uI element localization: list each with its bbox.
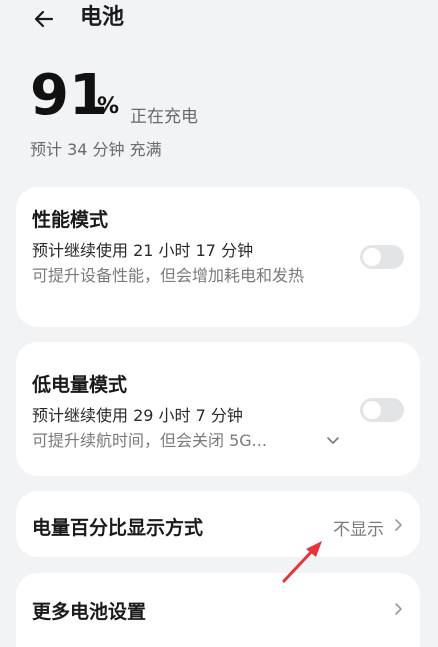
low-power-mode-title: 低电量模式 <box>32 374 128 396</box>
low-power-mode-description: 可提升续航时间，但会关闭 5G... <box>32 431 267 450</box>
low-power-mode-estimate: 预计继续使用 29 小时 7 分钟 <box>32 406 243 425</box>
more-battery-settings-row[interactable]: 更多电池设置 <box>16 573 420 647</box>
back-arrow-icon <box>34 10 54 28</box>
percent-display-label: 电量百分比显示方式 <box>32 517 204 539</box>
chevron-right-icon <box>395 519 402 531</box>
toggle-knob <box>363 401 381 419</box>
percent-display-value: 不显示 <box>333 520 384 540</box>
percent-display-row[interactable]: 电量百分比显示方式 不显示 <box>16 491 420 557</box>
annotation-arrow-icon <box>282 541 322 583</box>
charging-status-text: 正在充电 <box>130 107 198 127</box>
back-button[interactable] <box>30 4 60 34</box>
performance-mode-estimate: 预计继续使用 21 小时 17 分钟 <box>32 241 254 260</box>
chevron-right-icon <box>395 603 402 615</box>
expand-chevron-down-icon[interactable] <box>326 434 340 448</box>
performance-mode-title: 性能模式 <box>32 209 109 231</box>
low-power-mode-toggle[interactable] <box>360 398 404 422</box>
page-title: 电池 <box>80 5 125 30</box>
performance-mode-toggle[interactable] <box>360 245 404 269</box>
battery-percent-sign: % <box>97 94 120 119</box>
low-power-mode-card: 低电量模式 预计继续使用 29 小时 7 分钟 可提升续航时间，但会关闭 5G.… <box>16 342 420 476</box>
toggle-knob <box>363 248 381 266</box>
more-battery-settings-label: 更多电池设置 <box>32 601 147 623</box>
performance-mode-card: 性能模式 预计继续使用 21 小时 17 分钟 可提升设备性能，但会增加耗电和发… <box>16 187 420 327</box>
performance-mode-description: 可提升设备性能，但会增加耗电和发热 <box>32 266 305 285</box>
charge-time-estimate: 预计 34 分钟 充满 <box>30 140 162 159</box>
top-app-bar: 电池 <box>0 0 438 40</box>
